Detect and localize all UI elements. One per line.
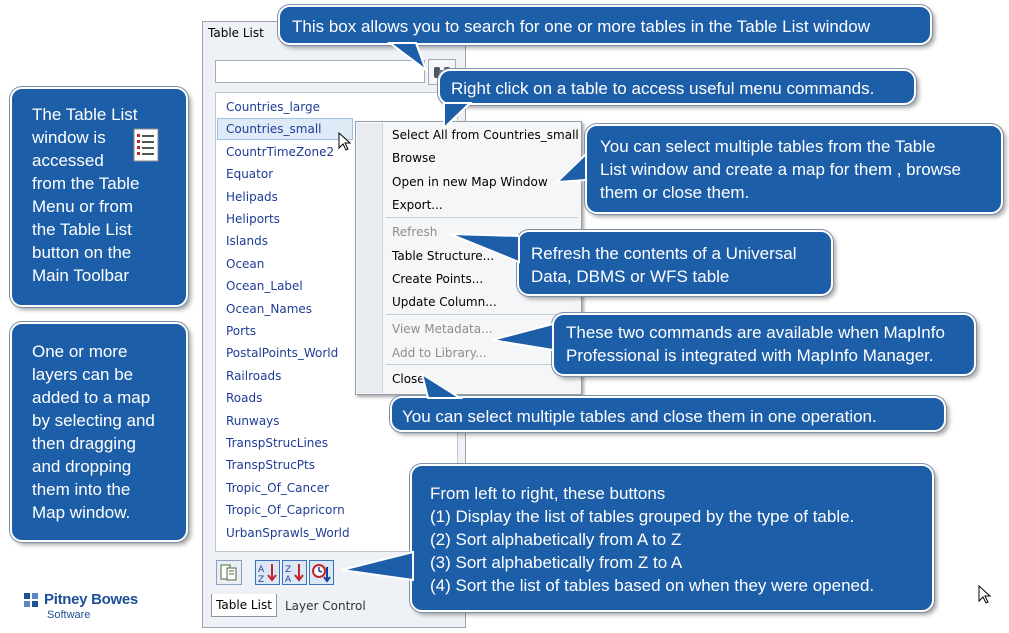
table-list-item[interactable]: TranspStrucLines bbox=[226, 436, 328, 450]
table-list-item[interactable]: Ocean bbox=[226, 257, 264, 271]
menu-item-create-points[interactable]: Create Points... bbox=[392, 272, 483, 286]
table-list-item[interactable]: CountrTimeZone2 bbox=[226, 145, 334, 159]
menu-item-update-column[interactable]: Update Column... bbox=[392, 295, 497, 309]
callout-text: Refresh the contents of a Universal Data… bbox=[531, 244, 797, 286]
callout-pointer bbox=[443, 102, 473, 131]
group-by-type-icon bbox=[220, 564, 237, 581]
svg-text:Z: Z bbox=[258, 575, 264, 584]
menu-item-add-to-library: Add to Library... bbox=[392, 346, 487, 360]
callout-multi-select: You can select multiple tables from the … bbox=[585, 124, 1003, 214]
table-list-item[interactable]: Tropic_Of_Capricorn bbox=[226, 503, 345, 517]
callout-text: Right click on a table to access useful … bbox=[451, 79, 875, 98]
callout-right-click: Right click on a table to access useful … bbox=[438, 69, 916, 105]
menu-separator bbox=[386, 314, 578, 315]
menu-item-select-all-from-countries-small[interactable]: Select All from Countries_small bbox=[392, 128, 579, 142]
callout-text: You can select multiple tables and close… bbox=[402, 407, 877, 426]
svg-text:A: A bbox=[285, 575, 292, 584]
callout-pointer bbox=[449, 233, 520, 264]
callout-close: You can select multiple tables and close… bbox=[390, 396, 946, 432]
table-list-item[interactable]: Railroads bbox=[226, 369, 281, 383]
menu-item-view-metadata: View Metadata... bbox=[392, 322, 493, 336]
table-list-item[interactable]: Ports bbox=[226, 324, 256, 338]
table-list-item[interactable]: Countries_large bbox=[226, 100, 320, 114]
callout-text: These two commands are available when Ma… bbox=[566, 323, 945, 365]
mouse-cursor-icon bbox=[978, 585, 992, 604]
callout-layers: One or more layers can be added to a map… bbox=[10, 322, 188, 542]
table-list-item[interactable]: TranspStrucPts bbox=[226, 458, 315, 472]
menu-item-refresh: Refresh bbox=[392, 225, 438, 239]
table-list-item[interactable]: Countries_small bbox=[226, 122, 322, 136]
callout-pointer bbox=[420, 371, 464, 399]
callout-pointer bbox=[387, 42, 429, 73]
brand-name: Pitney Bowes bbox=[44, 591, 138, 608]
sort-by-open-time-icon bbox=[312, 564, 331, 583]
brand-subtitle: Software bbox=[47, 609, 91, 621]
callout-buttons: From left to right, these buttons (1) Di… bbox=[410, 464, 934, 612]
table-list-icon bbox=[133, 128, 159, 162]
menu-item-browse[interactable]: Browse bbox=[392, 151, 436, 165]
callout-table-list-access: The Table List window is accessed from t… bbox=[10, 87, 188, 307]
tab-layer-control[interactable]: Layer Control bbox=[279, 596, 399, 616]
table-list-item[interactable]: Islands bbox=[226, 234, 268, 248]
group-by-type-button[interactable] bbox=[216, 560, 242, 585]
table-list-item[interactable]: Ocean_Label bbox=[226, 279, 303, 293]
callout-text: This box allows you to search for one or… bbox=[292, 17, 870, 36]
table-list-item[interactable]: Heliports bbox=[226, 212, 280, 226]
mouse-cursor-icon bbox=[338, 132, 352, 151]
callout-search: This box allows you to search for one or… bbox=[278, 5, 932, 45]
table-list-item[interactable]: PostalPoints_World bbox=[226, 346, 338, 360]
sort-a-to-z-button[interactable]: A Z bbox=[255, 560, 280, 585]
menu-item-export[interactable]: Export... bbox=[392, 198, 443, 212]
window-title: Table List bbox=[208, 26, 264, 40]
sort-z-to-a-button[interactable]: Z A bbox=[282, 560, 307, 585]
table-list-item[interactable]: Equator bbox=[226, 167, 273, 181]
callout-text: From left to right, these buttons (1) Di… bbox=[430, 484, 875, 595]
table-list-item[interactable]: Helipads bbox=[226, 190, 278, 204]
sort-z-to-a-icon: Z A bbox=[285, 564, 304, 585]
table-list-item[interactable]: Ocean_Names bbox=[226, 302, 312, 316]
sort-a-to-z-icon: A Z bbox=[258, 564, 277, 585]
menu-separator bbox=[386, 364, 578, 365]
table-list-item[interactable]: Tropic_Of_Cancer bbox=[226, 481, 329, 495]
callout-refresh: Refresh the contents of a Universal Data… bbox=[517, 230, 833, 296]
sort-by-open-time-button[interactable] bbox=[309, 560, 334, 585]
table-list-item[interactable]: Roads bbox=[226, 391, 262, 405]
callout-pointer bbox=[554, 151, 587, 184]
svg-text:A: A bbox=[258, 565, 265, 575]
table-list-item[interactable]: Runways bbox=[226, 414, 280, 428]
svg-text:Z: Z bbox=[285, 565, 291, 575]
callout-text: You can select multiple tables from the … bbox=[600, 137, 961, 202]
menu-separator bbox=[386, 217, 578, 218]
table-list-item[interactable]: UrbanSprawls_World bbox=[226, 526, 350, 540]
menu-item-open-in-new-map-window[interactable]: Open in new Map Window bbox=[392, 175, 548, 189]
callout-pointer bbox=[341, 550, 414, 582]
context-menu-gutter bbox=[357, 123, 383, 393]
callout-pointer bbox=[491, 322, 554, 352]
callout-metadata: These two commands are available when Ma… bbox=[552, 313, 976, 376]
callout-text: One or more layers can be added to a map… bbox=[32, 342, 155, 522]
pitney-bowes-logo-icon bbox=[24, 593, 38, 607]
tab-table-list[interactable]: Table List bbox=[211, 594, 277, 617]
